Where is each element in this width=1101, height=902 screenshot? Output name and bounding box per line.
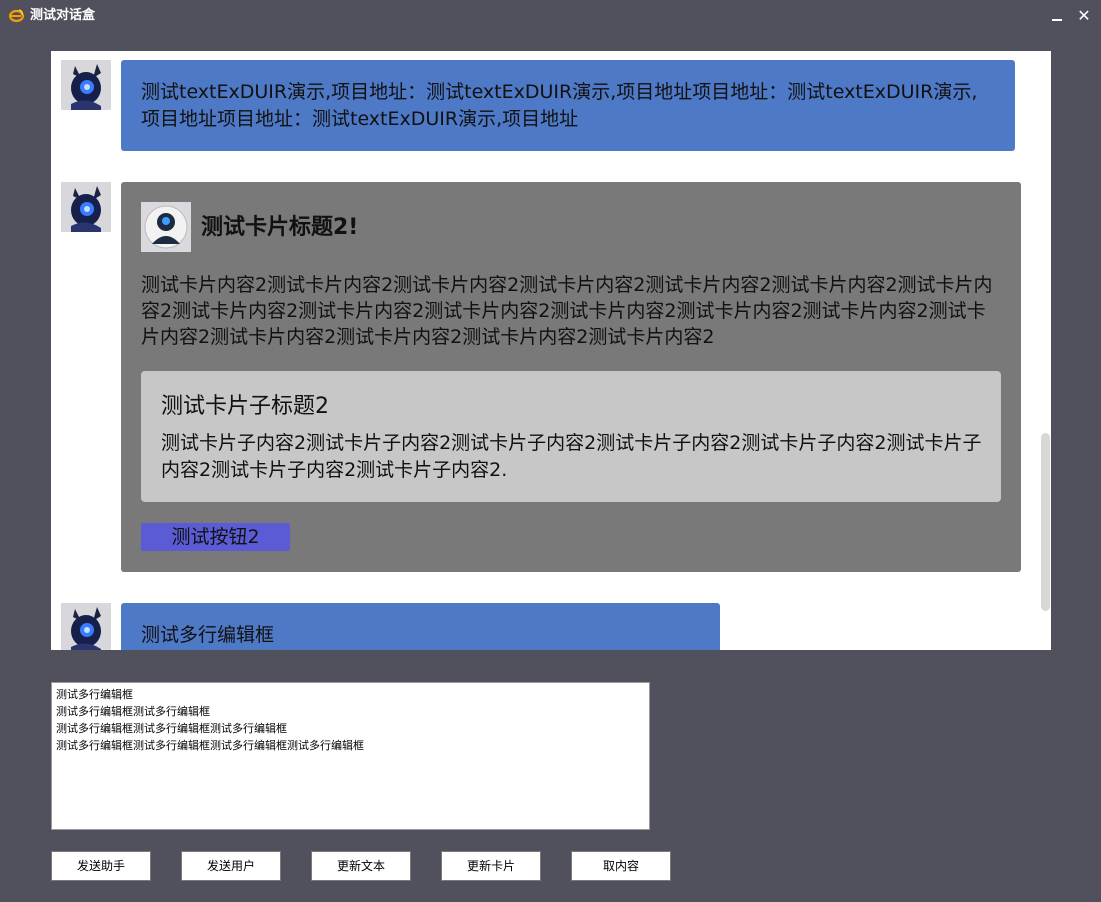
editor-line: 测试多行编辑框测试多行编辑框测试多行编辑框 <box>56 722 287 735</box>
message-bubble: 测试多行编辑框 <box>121 603 720 650</box>
message-text: 测试textExDUIR演示,项目地址：测试textExDUIR演示,项目地址项… <box>141 81 978 130</box>
send-assistant-button[interactable]: 发送助手 <box>51 851 151 881</box>
update-text-button[interactable]: 更新文本 <box>311 851 411 881</box>
message-text: 测试多行编辑框 <box>141 624 275 646</box>
assistant-avatar <box>61 60 111 110</box>
card-avatar <box>141 202 191 252</box>
title-bar: 测试对话盒 ✕ <box>0 0 1101 33</box>
avatar-robot-icon <box>61 182 111 232</box>
assistant-avatar <box>61 603 111 650</box>
avatar-robot-icon <box>61 60 111 110</box>
window-title: 测试对话盒 <box>30 8 96 23</box>
chat-panel: 测试textExDUIR演示,项目地址：测试textExDUIR演示,项目地址项… <box>51 51 1051 650</box>
close-button[interactable]: ✕ <box>1074 6 1094 26</box>
get-content-button[interactable]: 取内容 <box>571 851 671 881</box>
card-content: 测试卡片内容2测试卡片内容2测试卡片内容2测试卡片内容2测试卡片内容2测试卡片内… <box>141 274 993 348</box>
minimize-icon <box>1052 18 1062 21</box>
message-bubble: 测试textExDUIR演示,项目地址：测试textExDUIR演示,项目地址项… <box>121 60 1015 151</box>
dialog-window: 测试对话盒 ✕ 测试textExDUIR演示,项目地址：测试textExDUIR… <box>0 0 1101 902</box>
update-card-button[interactable]: 更新卡片 <box>441 851 541 881</box>
editor-line: 测试多行编辑框 <box>56 688 133 701</box>
editor-line: 测试多行编辑框测试多行编辑框 <box>56 705 210 718</box>
card-title: 测试卡片标题2! <box>201 215 359 240</box>
sub-card: 测试卡片子标题2 测试卡片子内容2测试卡片子内容2测试卡片子内容2测试卡片子内容… <box>141 371 1001 502</box>
sub-card-title: 测试卡片子标题2 <box>161 394 329 419</box>
sub-card-content: 测试卡片子内容2测试卡片子内容2测试卡片子内容2测试卡片子内容2测试卡片子内容2… <box>161 432 982 481</box>
avatar-robot-icon <box>61 603 111 650</box>
send-user-button[interactable]: 发送用户 <box>181 851 281 881</box>
app-logo-icon <box>8 8 25 23</box>
minimize-button[interactable] <box>1047 6 1067 26</box>
message-card: 测试卡片标题2! 测试卡片内容2测试卡片内容2测试卡片内容2测试卡片内容2测试卡… <box>121 182 1021 572</box>
multiline-edit-box[interactable]: 测试多行编辑框 测试多行编辑框测试多行编辑框 测试多行编辑框测试多行编辑框测试多… <box>51 682 650 830</box>
chat-scrollbar-thumb[interactable] <box>1041 433 1050 611</box>
card-avatar-icon <box>141 202 191 252</box>
assistant-avatar <box>61 182 111 232</box>
card-action-button[interactable]: 测试按钮2 <box>141 523 290 551</box>
editor-line: 测试多行编辑框测试多行编辑框测试多行编辑框测试多行编辑框 <box>56 739 364 752</box>
